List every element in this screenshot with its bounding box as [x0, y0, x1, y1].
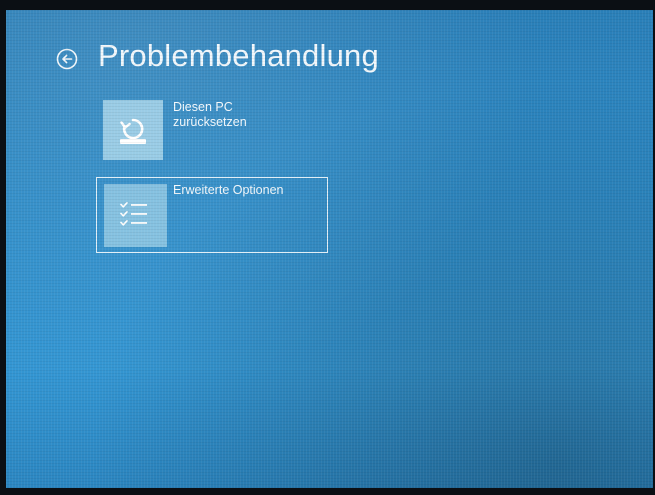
- option-label-line1: Diesen PC: [173, 100, 233, 114]
- checklist-icon: [120, 202, 147, 226]
- page-title: Problembehandlung: [98, 38, 379, 73]
- reset-pc-icon: [120, 118, 146, 144]
- monitor-bezel: Problembehandlung Diesen PC zurücksetzen: [0, 0, 655, 495]
- option-label: Erweiterte Optionen: [173, 183, 284, 197]
- recovery-screen: Problembehandlung Diesen PC zurücksetzen: [6, 10, 653, 488]
- option-label-line2: zurücksetzen: [173, 115, 247, 129]
- option-tile: [103, 100, 163, 160]
- back-button[interactable]: [56, 48, 78, 70]
- option-tile: [104, 184, 167, 247]
- option-label: Diesen PC zurücksetzen: [173, 100, 293, 130]
- back-arrow-circle-icon: [56, 48, 78, 70]
- option-reset-pc[interactable]: Diesen PC zurücksetzen: [103, 100, 323, 164]
- option-advanced-options[interactable]: Erweiterte Optionen: [96, 177, 328, 253]
